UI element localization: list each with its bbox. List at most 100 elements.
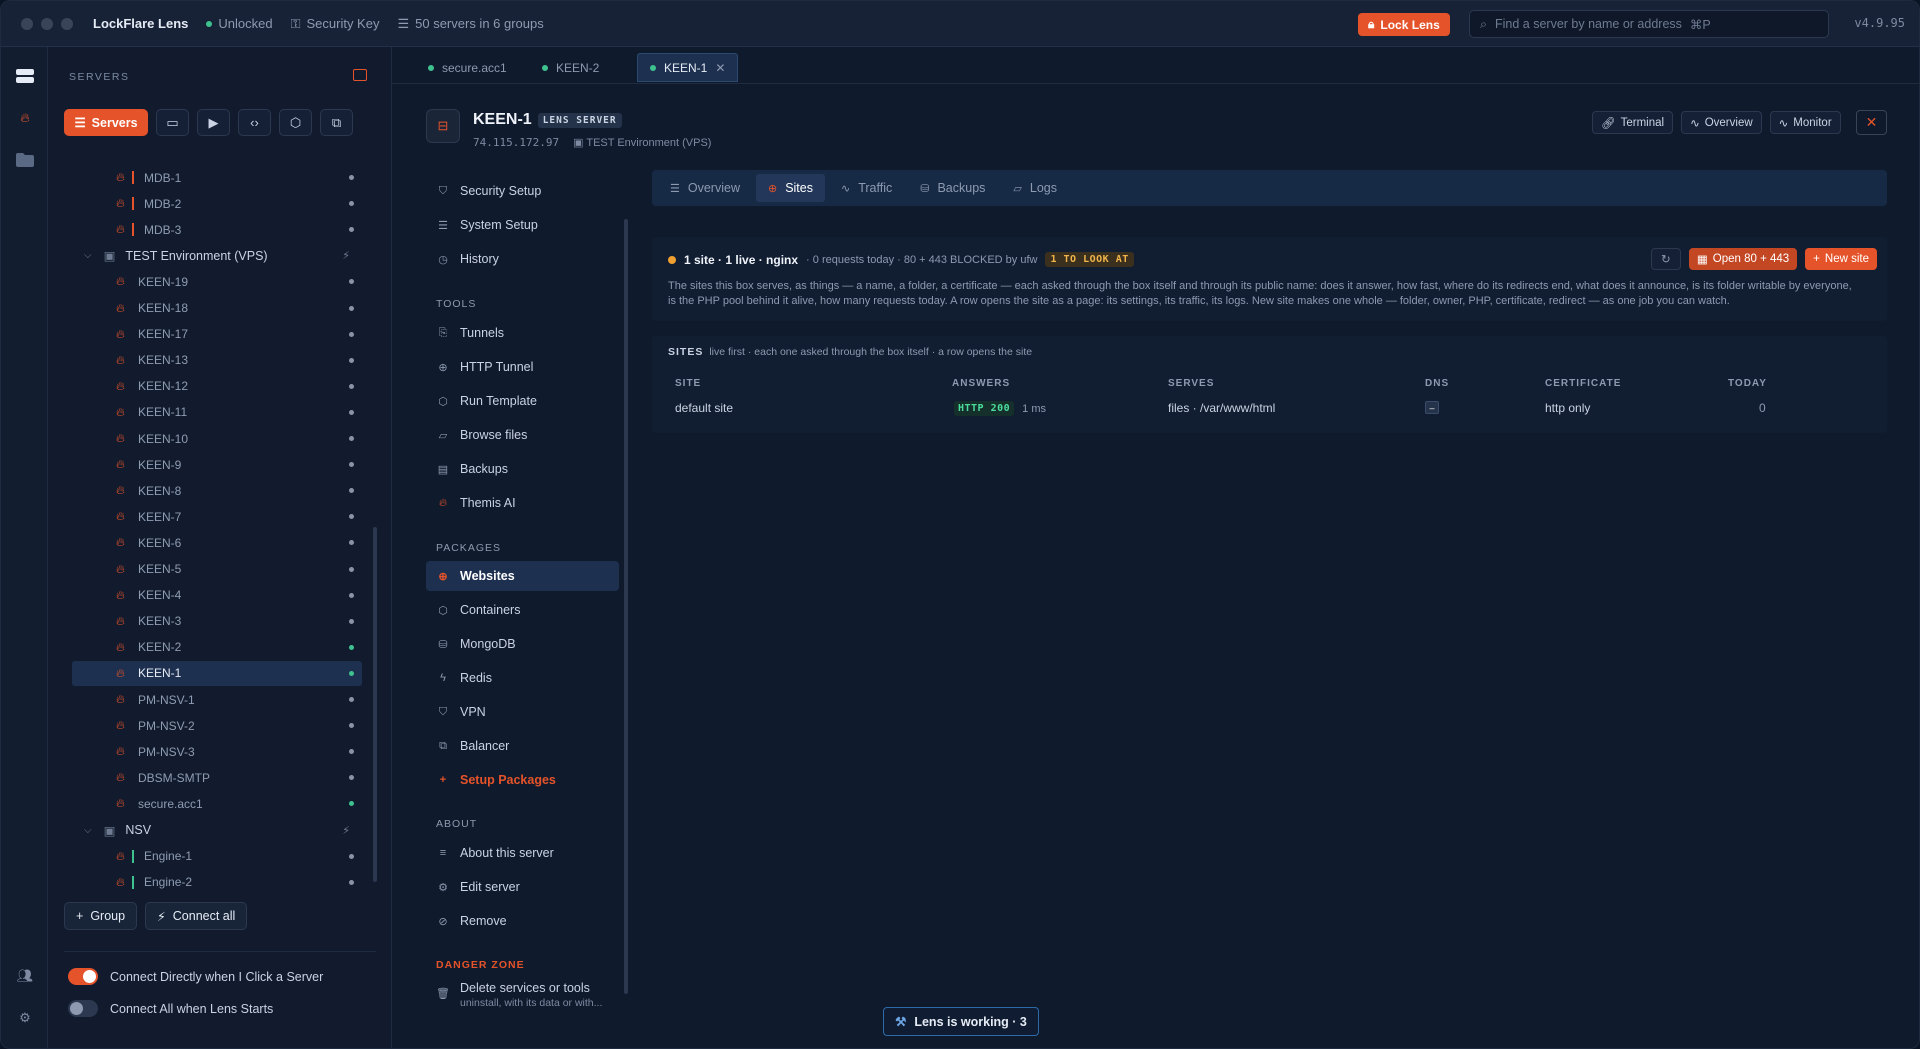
- lens-working-indicator[interactable]: ⚒ Lens is working · 3: [883, 1007, 1039, 1036]
- gear-rail-icon[interactable]: ⚙: [14, 1007, 36, 1029]
- server-search[interactable]: ⌕ Find a server by name or address ⌘P: [1469, 10, 1829, 38]
- tab-logs[interactable]: ▱ Logs: [1001, 174, 1069, 202]
- new-site-button[interactable]: + New site: [1805, 248, 1877, 270]
- nav-websites[interactable]: ⊕ Websites: [426, 561, 619, 591]
- sidebar-scrollbar[interactable]: [373, 527, 377, 882]
- folder-rail-icon[interactable]: [14, 149, 36, 171]
- server-item[interactable]: 🔥︎ MDB-2: [72, 191, 362, 216]
- monitor-button[interactable]: ∿ Monitor: [1769, 111, 1841, 134]
- server-item[interactable]: 🔥︎ KEEN-2: [72, 635, 362, 660]
- open-ports-button[interactable]: ▦ Open 80 + 443: [1688, 248, 1798, 270]
- topology-tab[interactable]: ⧉: [320, 109, 353, 136]
- nav-http-tunnel[interactable]: ⊕ HTTP Tunnel: [426, 352, 619, 382]
- tab-close-icon[interactable]: ✕: [715, 61, 725, 75]
- nav-delete-services[interactable]: 🗑︎ Delete services or tools uninstall, wit…: [426, 981, 619, 1013]
- server-item[interactable]: 🔥︎ KEEN-13: [72, 348, 362, 373]
- group-connect-icon[interactable]: ⚡︎: [342, 249, 350, 262]
- server-item[interactable]: 🔥︎ PM-NSV-2: [72, 713, 362, 738]
- server-item[interactable]: 🔥︎ KEEN-7: [72, 504, 362, 529]
- nav-vpn[interactable]: ⛉ VPN: [426, 697, 619, 727]
- nav-run-template[interactable]: ⬡ Run Template: [426, 386, 619, 416]
- server-status-dot: [349, 462, 354, 468]
- server-item[interactable]: 🔥︎ KEEN-9: [72, 452, 362, 477]
- server-group[interactable]: ⌵ ▣ TEST Environment (VPS) ⚡︎: [72, 243, 362, 268]
- nav-setup-packages[interactable]: + Setup Packages: [426, 765, 619, 795]
- lock-lens-button[interactable]: 🔒︎ Lock Lens: [1358, 13, 1450, 36]
- refresh-button[interactable]: ↻: [1650, 248, 1681, 270]
- server-item[interactable]: 🔥︎ DBSM-SMTP: [72, 765, 362, 790]
- tab-keen-1[interactable]: KEEN-1 ✕: [637, 53, 739, 82]
- connect-all-start-toggle[interactable]: [68, 1000, 98, 1017]
- nav-redis[interactable]: ϟ Redis: [426, 663, 619, 693]
- server-item[interactable]: 🔥︎ KEEN-3: [72, 609, 362, 634]
- server-item[interactable]: 🔥︎ KEEN-8: [72, 478, 362, 503]
- overview-button[interactable]: ∿ Overview: [1681, 111, 1762, 134]
- chevron-down-icon[interactable]: ⌵: [84, 250, 92, 261]
- server-item[interactable]: 🔥︎ Engine-1: [72, 844, 362, 869]
- nav-browse-files[interactable]: ▱ Browse files: [426, 420, 619, 450]
- server-item[interactable]: 🔥︎ PM-NSV-1: [72, 687, 362, 712]
- group-connect-icon[interactable]: ⚡︎: [342, 824, 350, 837]
- server-item[interactable]: 🔥︎ KEEN-11: [72, 400, 362, 425]
- package-tab[interactable]: ⬡: [279, 109, 312, 136]
- tab-traffic[interactable]: ∿ Traffic: [829, 174, 904, 202]
- server-item[interactable]: 🔥︎ KEEN-12: [72, 374, 362, 399]
- tab-overview[interactable]: ☰ Overview: [658, 174, 752, 202]
- connect-all-start-toggle-row[interactable]: Connect All when Lens Starts: [68, 1000, 273, 1017]
- server-item[interactable]: 🔥︎ MDB-3: [72, 217, 362, 242]
- site-name[interactable]: default site: [675, 401, 733, 415]
- flame-rail-icon[interactable]: 🔥︎: [14, 107, 36, 129]
- terminal-button[interactable]: 🔗︎ Terminal: [1592, 111, 1674, 134]
- servers-tab[interactable]: ☰ Servers: [64, 109, 148, 136]
- users-rail-icon[interactable]: 👥︎: [14, 965, 36, 987]
- play-tab[interactable]: ▶: [197, 109, 230, 136]
- server-item[interactable]: 🔥︎ secure.acc1: [72, 791, 362, 816]
- nav-scrollbar[interactable]: [624, 219, 628, 994]
- connect-all-button[interactable]: ⚡︎ Connect all: [145, 902, 248, 930]
- nav-containers[interactable]: ⬡ Containers: [426, 595, 619, 625]
- close-server-button[interactable]: ✕: [1856, 110, 1887, 135]
- server-item[interactable]: 🔥︎ KEEN-19: [72, 269, 362, 294]
- code-tab[interactable]: ‹›: [238, 109, 271, 136]
- server-item[interactable]: 🔥︎ KEEN-17: [72, 322, 362, 347]
- server-item[interactable]: 🔥︎ KEEN-6: [72, 530, 362, 555]
- nav-tunnels[interactable]: ⎘ Tunnels: [426, 318, 619, 348]
- server-item[interactable]: 🔥︎ KEEN-1: [72, 660, 362, 686]
- security-key[interactable]: ⚿ Security Key: [291, 16, 380, 32]
- servers-rail-icon[interactable]: [14, 65, 36, 87]
- server-item[interactable]: 🔥︎ KEEN-5: [72, 557, 362, 582]
- server-status-dot: [349, 227, 354, 233]
- nav-mongodb[interactable]: ⛁ MongoDB: [426, 629, 619, 659]
- nav-themis-ai[interactable]: 🔥︎ Themis AI: [426, 488, 619, 518]
- sidebar-collapse-icon[interactable]: [353, 69, 367, 81]
- nav-edit-server[interactable]: ⚙ Edit server: [426, 872, 619, 902]
- chevron-down-icon[interactable]: ⌵: [84, 825, 92, 836]
- server-item[interactable]: 🔥︎ KEEN-10: [72, 426, 362, 451]
- window-close-control[interactable]: [21, 17, 33, 30]
- server-group[interactable]: ⌵ ▣ NSV ⚡︎: [72, 818, 362, 843]
- nav-remove[interactable]: ⊘ Remove: [426, 906, 619, 936]
- server-item[interactable]: 🔥︎ PM-NSV-3: [72, 739, 362, 764]
- look-at-badge[interactable]: 1 TO LOOK AT: [1045, 252, 1134, 267]
- connect-directly-toggle[interactable]: [68, 968, 98, 985]
- tab-secure-acc1[interactable]: secure.acc1: [416, 53, 519, 82]
- server-item[interactable]: 🔥︎ Engine-2: [72, 870, 362, 895]
- add-group-button[interactable]: + Group: [64, 902, 138, 930]
- nav-balancer[interactable]: ⧉ Balancer: [426, 731, 619, 761]
- server-item[interactable]: 🔥︎ KEEN-18: [72, 296, 362, 321]
- window-zoom-control[interactable]: [61, 17, 73, 30]
- terminal-tab[interactable]: ▭: [156, 109, 189, 136]
- nav-history[interactable]: ◷ History: [426, 244, 619, 274]
- tab-keen-2[interactable]: KEEN-2: [530, 53, 611, 82]
- server-item[interactable]: 🔥︎ MDB-1: [72, 165, 362, 190]
- tab-sites[interactable]: ⊕ Sites: [755, 174, 825, 202]
- nav-security-setup[interactable]: ⛉ Security Setup: [426, 176, 619, 206]
- server-item[interactable]: 🔥︎ KEEN-4: [72, 583, 362, 608]
- tab-backups[interactable]: ⛁ Backups: [908, 174, 997, 202]
- nav-system-setup[interactable]: ☰ System Setup: [426, 210, 619, 240]
- connect-directly-toggle-row[interactable]: Connect Directly when I Click a Server: [68, 968, 323, 985]
- window-minimize-control[interactable]: [41, 17, 53, 30]
- nav-about-server[interactable]: ≡ About this server: [426, 838, 619, 868]
- site-answers: HTTP 200 1 ms: [954, 401, 1046, 416]
- nav-backups[interactable]: ▤ Backups: [426, 454, 619, 484]
